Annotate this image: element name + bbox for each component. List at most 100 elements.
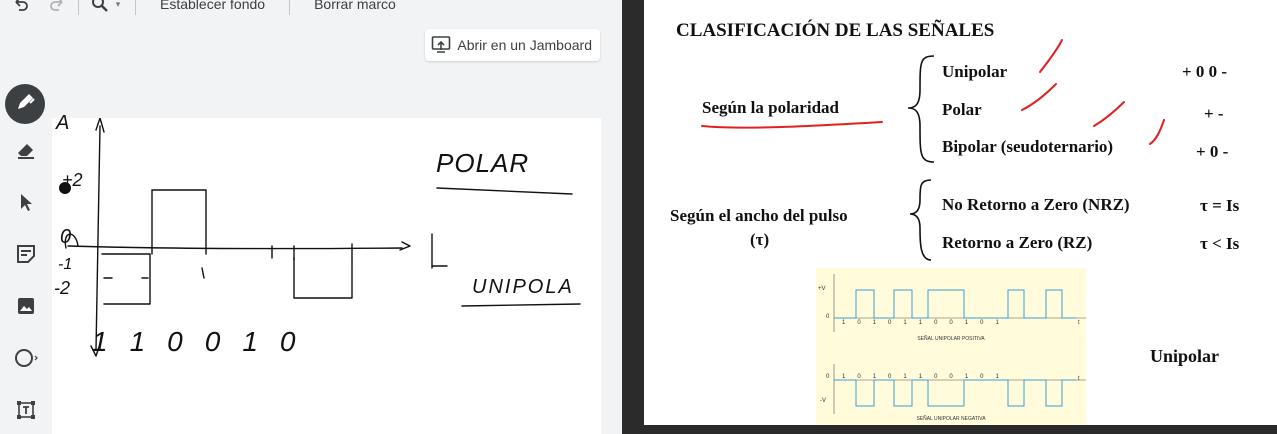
set-background-button[interactable]: Establecer fondo [146, 0, 279, 12]
unipolar-signal-figure: +V 0 0 -V t t 1 0 1 0 1 1 0 0 1 0 1 1 0 1 0 1 1 0 0 1 0 1 SE… [816, 268, 1086, 425]
bit: 0 [279, 326, 296, 357]
text-box-tool-button[interactable] [6, 392, 46, 432]
red-mark [1021, 83, 1057, 111]
select-arrow-icon [15, 191, 37, 218]
eraser-tool-button[interactable] [6, 132, 46, 172]
tool-sidebar [0, 76, 50, 434]
bit: 0 [980, 320, 984, 326]
brace-polarity [907, 55, 935, 163]
sticky-note-tool-button[interactable] [6, 236, 46, 276]
panel-divider [622, 0, 644, 434]
bit: 0 [204, 326, 221, 357]
image-tool-button[interactable] [6, 288, 46, 328]
circle-shape-tool-button[interactable] [6, 340, 46, 380]
bit: 1 [92, 326, 108, 357]
pen-icon [14, 91, 36, 118]
jamboard-toolbar: ▾ Establecer fondo Borrar marco [0, 0, 622, 18]
zero-label: 0 [826, 314, 830, 320]
red-mark [1039, 39, 1063, 73]
bit: 1 [964, 374, 969, 380]
red-mark [1149, 119, 1165, 145]
bit: 1 [872, 320, 877, 326]
toolbar-divider [135, 0, 136, 15]
drawing-canvas[interactable]: A +2 0 -1 -2 POLAR UNIPOLA 1 1 0 0 1 0 [52, 112, 601, 434]
plus-v-label: +V [818, 286, 826, 292]
rel-nrz: τ = Is [1200, 196, 1240, 215]
image-icon [15, 295, 37, 322]
open-in-jamboard-button[interactable]: Abrir en un Jamboard [425, 29, 600, 61]
bit: 0 [857, 320, 861, 326]
y-tick-plus2: +2 [62, 170, 83, 190]
bit: 0 [949, 374, 953, 380]
y-tick-zero: 0 [60, 226, 72, 248]
zoom-dropdown-icon[interactable]: ▾ [111, 0, 125, 15]
minus-v-label: -V [820, 398, 826, 404]
redo-icon[interactable] [46, 0, 68, 15]
levels-unipolar: + 0 0 - [1182, 62, 1228, 81]
amplitude-label: A [56, 112, 70, 134]
y-axis [95, 125, 101, 351]
y-tick-minus2: -2 [54, 278, 71, 298]
t-label: t [1078, 320, 1080, 326]
open-in-jamboard-label: Abrir en un Jamboard [457, 37, 592, 53]
group-pulse-width-label: Según el ancho del pulso [670, 206, 848, 225]
negative-pulse-train [834, 379, 1076, 407]
bit-sequence: 1 1 0 0 1 0 [92, 326, 295, 358]
zero-label: 0 [826, 374, 830, 380]
sticky-note-icon [15, 243, 37, 270]
select-tool-button[interactable] [6, 184, 46, 224]
bit: 1 [995, 320, 999, 326]
bit: 1 [903, 374, 907, 380]
bit: 0 [934, 374, 938, 380]
open-in-new-icon [431, 35, 451, 56]
bit: 1 [842, 320, 846, 326]
t-label: t [1078, 376, 1080, 382]
bit: 0 [888, 374, 892, 380]
item-unipolar: Unipolar [942, 62, 1008, 81]
toolbar-divider [78, 0, 79, 15]
y-tick-minus1: -1 [58, 256, 73, 273]
group-polarity-label: Según la polaridad [702, 98, 839, 117]
red-mark [1093, 101, 1125, 127]
unipolar-side-label: Unipolar [1150, 346, 1220, 366]
red-underline [701, 121, 883, 129]
bit: 1 [918, 374, 923, 380]
bit: 1 [995, 374, 999, 380]
positive-caption: SEÑAL UNIPOLAR POSITIVA [917, 336, 985, 342]
item-bipolar: Bipolar (seudoternario) [942, 137, 1114, 156]
unipolar-underline [461, 303, 581, 307]
text-box-icon [15, 399, 37, 426]
bit: 0 [167, 326, 183, 357]
bit: 1 [964, 320, 969, 326]
circle-shape-icon [13, 347, 39, 374]
bit: 0 [934, 320, 938, 326]
bit: 0 [857, 374, 861, 380]
rel-rz: τ < Is [1200, 234, 1240, 253]
item-nrz: No Retorno a Zero (NRZ) [942, 195, 1130, 214]
delete-frame-button[interactable]: Borrar marco [300, 0, 410, 12]
polar-handwritten-title: POLAR [436, 148, 530, 178]
bit: 0 [980, 374, 984, 380]
item-rz: Retorno a Zero (RZ) [942, 233, 1093, 252]
bit: 1 [903, 320, 907, 326]
bit: 1 [918, 320, 923, 326]
negative-bit-row: 1 0 1 0 1 1 0 0 1 0 1 [842, 374, 999, 380]
positive-pulse-train [834, 289, 1076, 319]
eraser-icon [15, 139, 37, 166]
jamboard-panel: ▾ Establecer fondo Borrar marco Abrir en… [0, 0, 622, 434]
bit: 0 [888, 320, 892, 326]
bit: 1 [872, 374, 877, 380]
zoom-icon[interactable] [89, 0, 111, 15]
toolbar-divider [289, 0, 291, 15]
group-pulse-width-symbol: (τ) [750, 230, 770, 249]
bit: 1 [842, 374, 846, 380]
item-polar: Polar [942, 100, 982, 119]
bit: 1 [242, 326, 258, 357]
unipolar-handwritten-title: UNIPOLA [472, 276, 574, 298]
pen-tool-button[interactable] [5, 84, 45, 124]
polar-underline [436, 187, 573, 195]
bit: 1 [129, 326, 146, 357]
bit: 0 [949, 320, 953, 326]
positive-bit-row: 1 0 1 0 1 1 0 0 1 0 1 [842, 320, 999, 326]
undo-icon[interactable] [10, 0, 32, 15]
